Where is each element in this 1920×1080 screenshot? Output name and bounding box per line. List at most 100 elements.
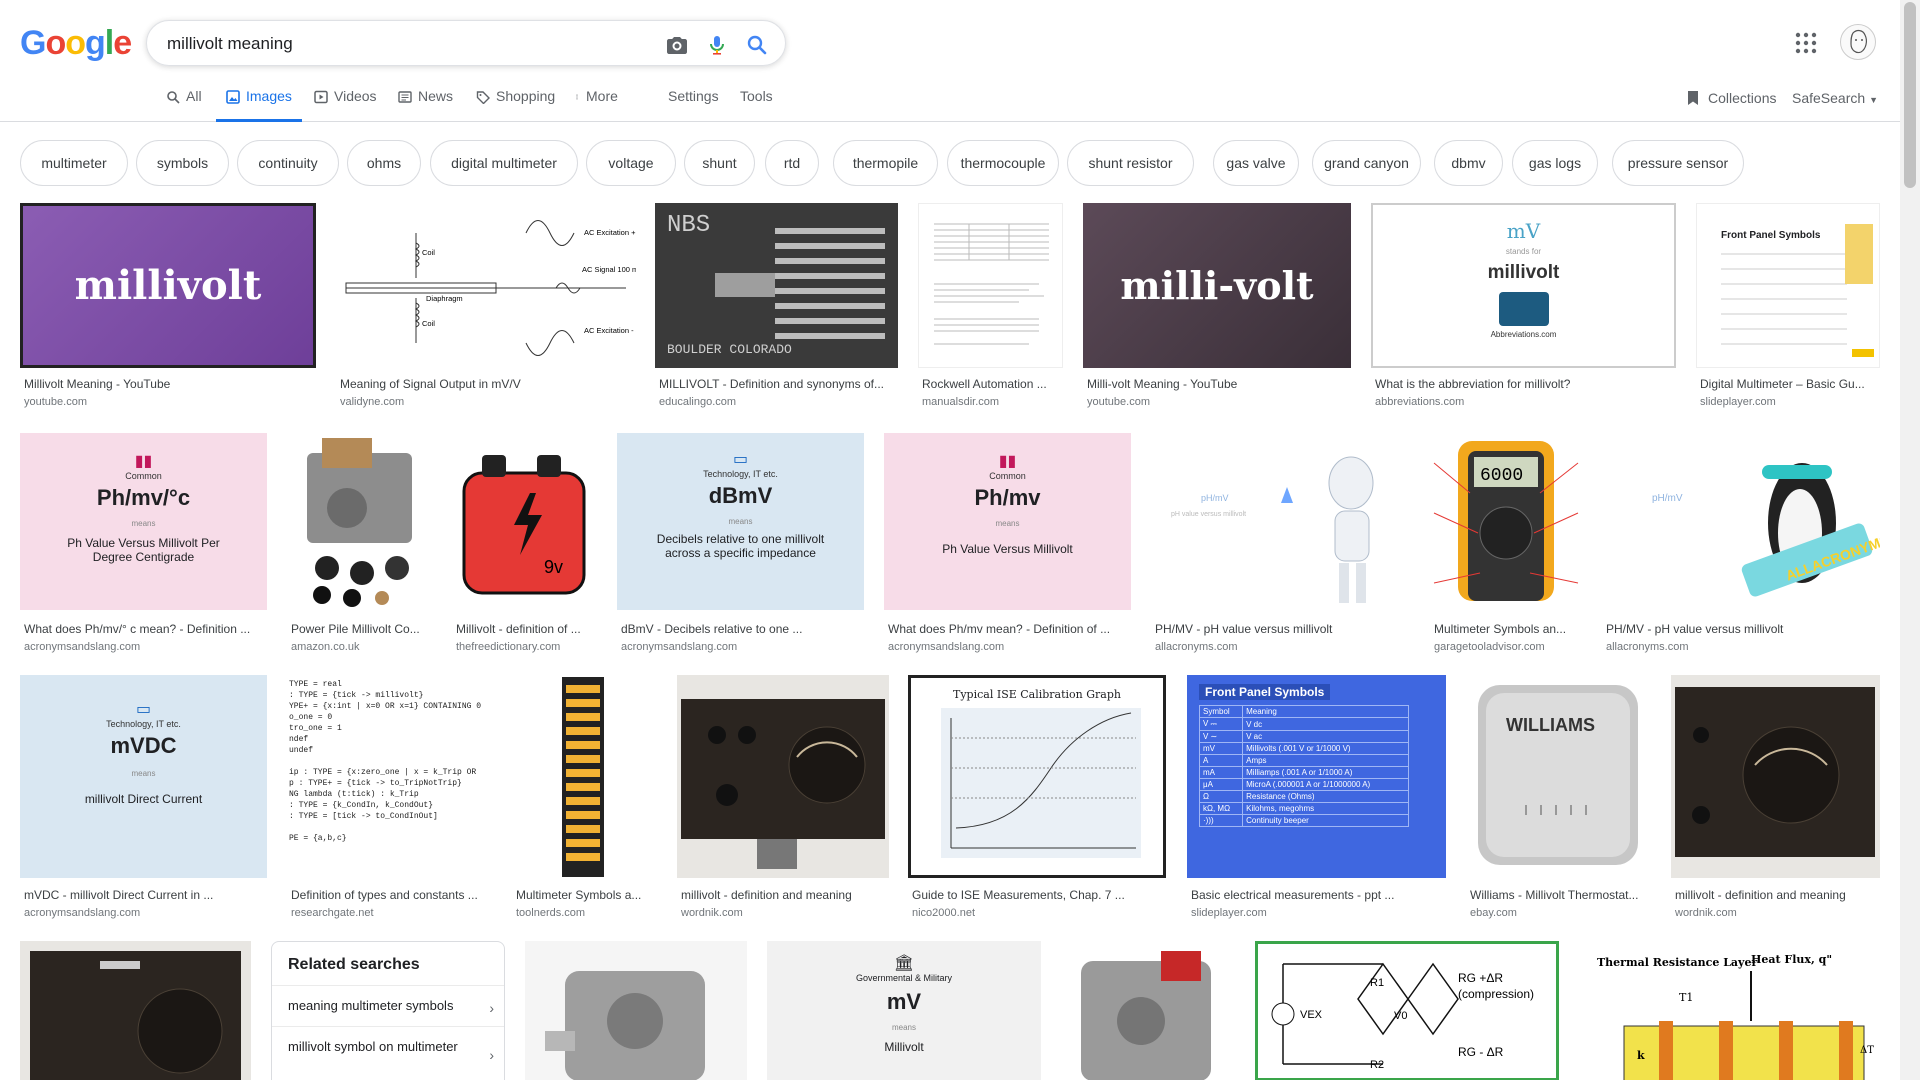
result-thumbnail: WILLIAMS [1466,675,1651,878]
chip[interactable]: multimeter [20,140,128,186]
result-thumbnail: 9v [452,433,597,610]
code-line: TYPE = real [289,680,342,689]
result-thumbnail: NBS BOULDER COLORADO [655,203,898,368]
thumb-text: Ph Value Versus Millivolt [942,542,1073,556]
gas-valve-photo [525,941,747,1080]
diagram-label: AC Excitation + 5 Vrms [584,228,636,237]
tab-settings[interactable]: Settings [668,88,719,122]
related-searches: Related searches meaning multimeter symb… [271,941,505,1080]
thumb-text: Ph/mv [974,485,1041,510]
chip[interactable]: rtd [765,140,819,186]
table-cell: kΩ, MΩ [1198,802,1244,815]
result-title: dBmV - Decibels relative to one ... [621,622,803,636]
table-cell: Meaning [1242,705,1409,718]
photo-label: BOULDER COLORADO [667,342,792,357]
chip[interactable]: pressure sensor [1612,140,1744,186]
chip[interactable]: digital multimeter [430,140,578,186]
caret-down-icon: ▼ [1869,95,1878,105]
result-title: Guide to ISE Measurements, Chap. 7 ... [912,888,1125,902]
more-vert-icon [576,94,578,100]
multimeter-slide [1721,224,1874,357]
chip[interactable]: ohms [347,140,421,186]
diagram-label: Heat Flux, q" [1751,953,1832,966]
safesearch-dropdown[interactable]: SafeSearch ▼ [1792,90,1878,106]
result-source: wordnik.com [1675,907,1737,919]
table-cell: Amps [1242,754,1409,767]
result-source: allacronyms.com [1155,641,1238,653]
apps-grid-icon[interactable] [1795,32,1817,54]
search-icon[interactable] [745,33,769,57]
result-title: Multimeter Symbols a... [516,888,642,902]
table-cell: V ac [1242,730,1409,743]
penguin-illustration: ALLACRONYMS [1741,463,1880,597]
circuit-label: RG +ΔR [1458,971,1503,985]
tab-videos[interactable]: Videos [314,88,377,122]
tab-shopping[interactable]: Shopping [476,88,555,122]
related-item[interactable]: meaning multimeter symbols › [272,985,504,1021]
result-thumbnail: VEX R1 R2 V0 RG +ΔR (compression) RG - Δ… [1255,941,1559,1080]
code-line: YPE+ = {x:int | x=0 OR x=1} CONTAINING 0 [289,702,482,711]
table-cell: Symbol [1198,705,1244,718]
table-cell: V dc [1242,717,1409,731]
table-cell: MicroA (.000001 A or 1/1000000 A) [1242,778,1409,791]
tab-tools[interactable]: Tools [740,88,773,122]
page-scrollbar[interactable] [1900,0,1920,1080]
tab-label: Images [246,88,292,104]
result-source: allacronyms.com [1606,641,1689,653]
result-title: Millivolt - definition of ... [456,622,581,636]
chip[interactable]: grand canyon [1312,140,1421,186]
thumb-text: milli-volt [1120,263,1314,308]
chip[interactable]: dbmv [1434,140,1503,186]
chip[interactable]: voltage [586,140,676,186]
related-item[interactable]: millivolt symbol on multimeter › [272,1026,504,1063]
tab-label: More [586,88,618,104]
thumb-text: Technology, IT etc. [703,469,778,479]
scrollbar-thumb[interactable] [1904,2,1916,188]
image-icon [226,90,240,104]
search-input[interactable] [167,33,637,55]
chip[interactable]: thermocouple [947,140,1059,186]
tab-more[interactable]: More [574,88,618,122]
search-icon [167,91,180,104]
result-source: slideplayer.com [1700,396,1776,408]
result-source: acronymsandslang.com [24,641,141,653]
result-thumbnail [1671,675,1880,878]
google-logo[interactable]: Google [20,24,132,63]
related-title: Related searches [288,956,420,973]
result-source: nico2000.net [912,907,975,919]
thumb-text: means [131,769,156,778]
chip[interactable]: shunt [684,140,755,186]
collections-link[interactable]: Collections [1686,90,1776,106]
result-title: PH/MV - pH value versus millivolt [1155,622,1333,636]
result-title: Milli-volt Meaning - YouTube [1087,377,1238,391]
tab-images[interactable]: Images [216,88,302,122]
bookmark-icon [1688,91,1698,105]
result-thumbnail [918,203,1063,368]
chip[interactable]: symbols [136,140,229,186]
chip[interactable]: continuity [237,140,339,186]
thumb-text: Ph Value Versus Millivolt Per Degree Cen… [67,536,220,564]
result-thumbnail: pH/mV pH value versus millivolt [1151,433,1409,610]
microphone-icon[interactable] [705,33,729,57]
result-title: Power Pile Millivolt Co... [291,622,420,636]
chip[interactable]: thermopile [833,140,938,186]
chip[interactable]: shunt resistor [1067,140,1194,186]
result-source: educalingo.com [659,396,737,408]
camera-icon[interactable] [665,33,689,57]
robot-illustration [1281,456,1374,603]
thumb-text: mVDC [110,733,177,758]
thumb-text: Technology, IT etc. [106,719,181,729]
chip[interactable]: gas valve [1213,140,1299,186]
diagram-label: T1 [1679,991,1693,1004]
chip[interactable]: gas logs [1512,140,1598,186]
thumb-text: means [131,519,156,528]
tab-all[interactable]: All [166,88,202,122]
result-thumbnail: pH/mV ALLACRONYMS [1602,433,1880,610]
tab-news[interactable]: News [398,88,453,122]
battery-illustration: 9v [462,455,586,595]
result-source: validyne.com [340,396,405,408]
tab-label: Settings [668,88,719,104]
book-icon: ▮▮ [998,453,1017,470]
diagram-label: Thermal Resistance Layer [1597,956,1757,969]
account-avatar[interactable] [1840,24,1876,60]
